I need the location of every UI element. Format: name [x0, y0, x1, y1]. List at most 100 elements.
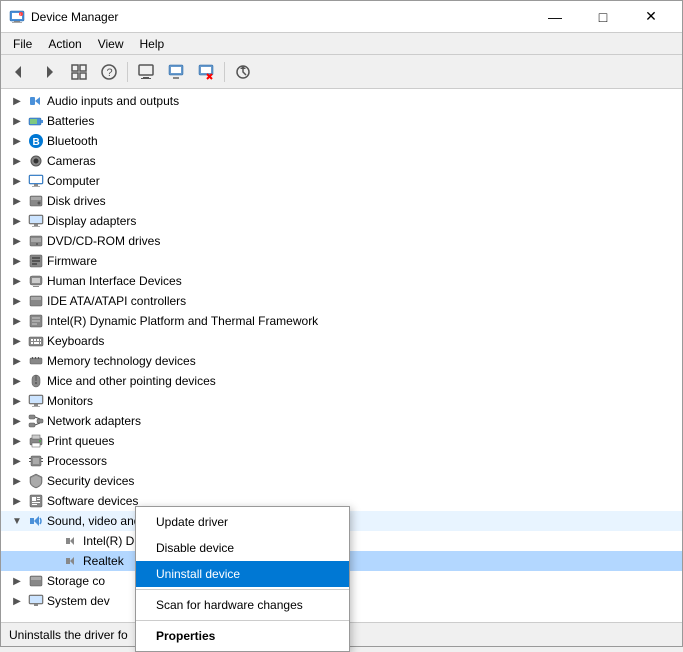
tree-item-computer[interactable]: ▶ Computer [1, 171, 682, 191]
tree-item-print[interactable]: ▶ Print queues [1, 431, 682, 451]
toggle-cameras[interactable]: ▶ [9, 153, 25, 169]
toggle-dvd[interactable]: ▶ [9, 233, 25, 249]
tree-item-firmware[interactable]: ▶ Firmware [1, 251, 682, 271]
battery-icon [28, 113, 44, 129]
toolbar-separator-2 [224, 62, 225, 82]
tree-item-memory[interactable]: ▶ Memory technology devices [1, 351, 682, 371]
title-bar: ! Device Manager — □ ✕ [1, 1, 682, 33]
processor-icon [28, 453, 44, 469]
security-label: Security devices [47, 474, 134, 488]
forward-button[interactable] [35, 58, 63, 86]
tree-item-monitors[interactable]: ▶ Monitors [1, 391, 682, 411]
menu-file[interactable]: File [5, 33, 40, 54]
ctx-disable-device[interactable]: Disable device [136, 535, 349, 561]
tree-item-keyboards[interactable]: ▶ Keyboards [1, 331, 682, 351]
toggle-system[interactable]: ▶ [9, 593, 25, 609]
context-menu: Update driver Disable device Uninstall d… [135, 506, 350, 652]
toggle-ide[interactable]: ▶ [9, 293, 25, 309]
ctx-uninstall-device[interactable]: Uninstall device [136, 561, 349, 587]
update-driver-button[interactable] [162, 58, 190, 86]
dvd-icon [28, 233, 44, 249]
memory-icon [28, 353, 44, 369]
computer-label: Computer [47, 174, 100, 188]
help-button[interactable]: ? [95, 58, 123, 86]
menu-help[interactable]: Help [132, 33, 173, 54]
svg-text:!: ! [20, 12, 21, 16]
disk-label: Disk drives [47, 194, 106, 208]
realtek-icon [64, 553, 80, 569]
ctx-update-driver[interactable]: Update driver [136, 509, 349, 535]
toggle-network[interactable]: ▶ [9, 413, 25, 429]
tree-item-mice[interactable]: ▶ Mice and other pointing devices [1, 371, 682, 391]
tree-item-batteries[interactable]: ▶ Batteries [1, 111, 682, 131]
disk-icon [28, 193, 44, 209]
toggle-storage[interactable]: ▶ [9, 573, 25, 589]
menu-view[interactable]: View [90, 33, 132, 54]
toggle-disk[interactable]: ▶ [9, 193, 25, 209]
tree-item-security[interactable]: ▶ Security devices [1, 471, 682, 491]
ide-label: IDE ATA/ATAPI controllers [47, 294, 186, 308]
toggle-keyboards[interactable]: ▶ [9, 333, 25, 349]
app-icon: ! [9, 9, 25, 25]
status-text: Uninstalls the driver fo [9, 628, 128, 642]
toggle-processors[interactable]: ▶ [9, 453, 25, 469]
toggle-display[interactable]: ▶ [9, 213, 25, 229]
toggle-mice[interactable]: ▶ [9, 373, 25, 389]
toggle-batteries[interactable]: ▶ [9, 113, 25, 129]
tree-item-bluetooth[interactable]: ▶ B Bluetooth [1, 131, 682, 151]
audio-icon [28, 93, 44, 109]
scan-changes-button[interactable] [229, 58, 257, 86]
toggle-intel-platform[interactable]: ▶ [9, 313, 25, 329]
computer-icon [28, 173, 44, 189]
ctx-separator-2 [136, 620, 349, 621]
network-icon [28, 413, 44, 429]
toggle-firmware[interactable]: ▶ [9, 253, 25, 269]
hid-label: Human Interface Devices [47, 274, 182, 288]
cameras-label: Cameras [47, 154, 96, 168]
tree-item-intel-platform[interactable]: ▶ Intel(R) Dynamic Platform and Thermal … [1, 311, 682, 331]
tree-item-audio[interactable]: ▶ Audio inputs and outputs [1, 91, 682, 111]
toggle-audio[interactable]: ▶ [9, 93, 25, 109]
keyboards-label: Keyboards [47, 334, 104, 348]
toggle-computer[interactable]: ▶ [9, 173, 25, 189]
tree-item-hid[interactable]: ▶ Human Interface Devices [1, 271, 682, 291]
svg-text:?: ? [107, 67, 113, 79]
display-icon [28, 213, 44, 229]
tree-item-ide[interactable]: ▶ IDE ATA/ATAPI controllers [1, 291, 682, 311]
tree-item-network[interactable]: ▶ Network adapters [1, 411, 682, 431]
uninstall-button[interactable] [192, 58, 220, 86]
ctx-separator-1 [136, 589, 349, 590]
tree-item-processors[interactable]: ▶ Processors [1, 451, 682, 471]
tree-item-disk[interactable]: ▶ Disk drives [1, 191, 682, 211]
audio-label: Audio inputs and outputs [47, 94, 179, 108]
back-button[interactable] [5, 58, 33, 86]
toggle-software[interactable]: ▶ [9, 493, 25, 509]
minimize-button[interactable]: — [532, 2, 578, 32]
toggle-monitors[interactable]: ▶ [9, 393, 25, 409]
toggle-security[interactable]: ▶ [9, 473, 25, 489]
maximize-button[interactable]: □ [580, 2, 626, 32]
system-label: System dev [47, 594, 110, 608]
ctx-scan-hardware[interactable]: Scan for hardware changes [136, 592, 349, 618]
storage-icon [28, 573, 44, 589]
tree-item-cameras[interactable]: ▶ Cameras [1, 151, 682, 171]
intel-platform-label: Intel(R) Dynamic Platform and Thermal Fr… [47, 314, 318, 328]
toggle-print[interactable]: ▶ [9, 433, 25, 449]
view-button[interactable] [65, 58, 93, 86]
toggle-bluetooth[interactable]: ▶ [9, 133, 25, 149]
window-controls: — □ ✕ [532, 2, 674, 32]
monitor-icon [28, 393, 44, 409]
ctx-properties[interactable]: Properties [136, 623, 349, 649]
hid-icon [28, 273, 44, 289]
system-icon [28, 593, 44, 609]
tree-item-display[interactable]: ▶ Display adapters [1, 211, 682, 231]
close-button[interactable]: ✕ [628, 2, 674, 32]
batteries-label: Batteries [47, 114, 94, 128]
tree-item-dvd[interactable]: ▶ DVD/CD-ROM drives [1, 231, 682, 251]
toggle-sound[interactable]: ▼ [9, 513, 25, 529]
menu-action[interactable]: Action [40, 33, 89, 54]
properties-button[interactable] [132, 58, 160, 86]
toggle-hid[interactable]: ▶ [9, 273, 25, 289]
camera-icon [28, 153, 44, 169]
toggle-memory[interactable]: ▶ [9, 353, 25, 369]
